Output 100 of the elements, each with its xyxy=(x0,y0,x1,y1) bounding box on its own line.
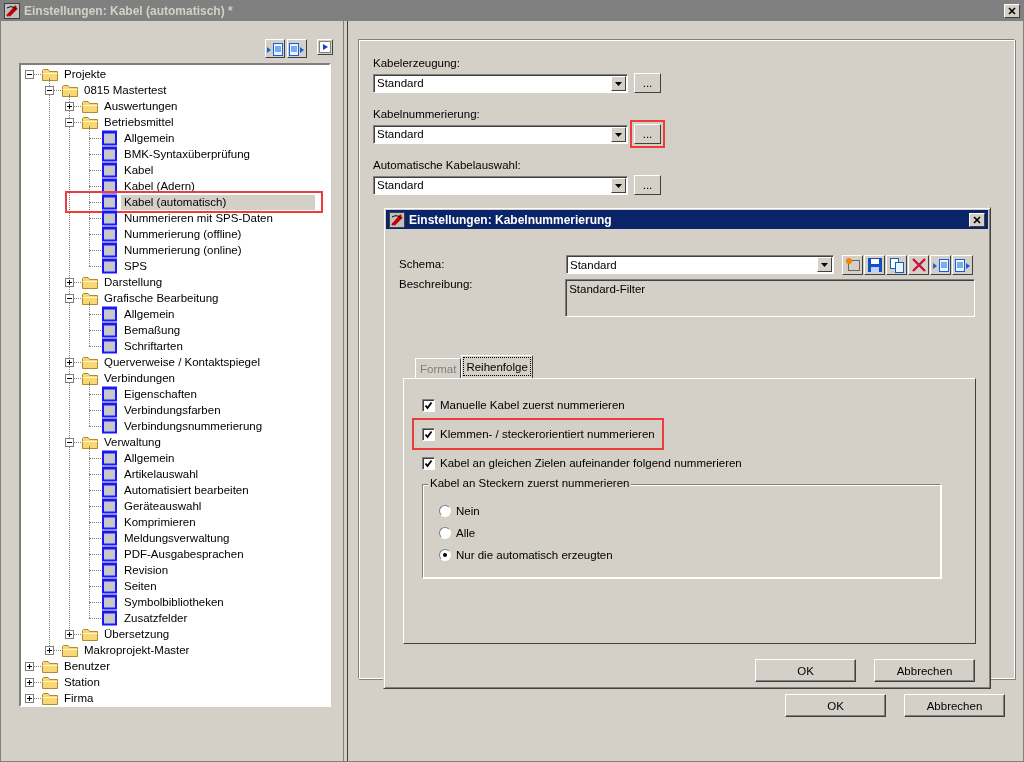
tree-item[interactable]: Darstellung xyxy=(101,274,166,290)
collapse-toggle[interactable] xyxy=(65,373,74,383)
field-label: Kabelnummerierung: xyxy=(373,107,481,121)
tree-item[interactable]: BMK-Syntaxüberprüfung xyxy=(121,146,253,162)
tree-item[interactable]: Verbindungen xyxy=(101,370,178,386)
tree-item[interactable]: Verbindungsnummerierung xyxy=(121,418,266,434)
tree-item[interactable]: Symbolbibliotheken xyxy=(121,594,227,610)
tree-item[interactable]: Firma xyxy=(61,690,97,705)
page-icon xyxy=(101,130,119,146)
tree-item[interactable]: PDF-Ausgabesprachen xyxy=(121,546,247,562)
tree-item[interactable]: Verwaltung xyxy=(101,434,164,450)
expand-toggle[interactable] xyxy=(25,661,34,671)
new-button[interactable] xyxy=(842,255,863,275)
tree-item[interactable]: Kabel (Adern) xyxy=(121,178,198,194)
radio-button[interactable] xyxy=(439,527,451,539)
tree-item[interactable]: Grafische Bearbeitung xyxy=(101,290,222,306)
folder-icon xyxy=(81,290,99,306)
expand-toggle[interactable] xyxy=(45,645,54,655)
checkbox[interactable] xyxy=(422,427,435,441)
expand-button[interactable] xyxy=(265,39,285,58)
description-field[interactable]: Standard-Filter xyxy=(565,279,975,317)
page-icon xyxy=(101,578,119,594)
ellipsis-button[interactable]: ... xyxy=(634,124,661,144)
tab[interactable]: Reihenfolge xyxy=(461,355,533,378)
tree-item[interactable]: Makroprojekt-Master xyxy=(81,642,193,658)
tree-item[interactable]: Geräteauswahl xyxy=(121,498,205,514)
tree-item[interactable]: Benutzer xyxy=(61,658,114,674)
tree-item[interactable]: Meldungsverwaltung xyxy=(121,530,233,546)
tree-item[interactable]: Bemaßung xyxy=(121,322,184,338)
collapse-toggle[interactable] xyxy=(65,293,74,303)
tree-item[interactable]: Nummerierung (online) xyxy=(121,242,245,258)
tree-item[interactable]: Verbindungsfarben xyxy=(121,402,224,418)
tree-item[interactable]: Eigenschaften xyxy=(121,386,200,402)
tree-item[interactable]: SPS xyxy=(121,258,150,274)
close-button[interactable] xyxy=(1004,4,1020,18)
tree-item[interactable]: Komprimieren xyxy=(121,514,199,530)
save-button[interactable] xyxy=(864,255,885,275)
collapse-button[interactable] xyxy=(287,39,307,58)
folder-icon xyxy=(41,66,59,82)
radio-button[interactable] xyxy=(439,549,451,561)
radio-button[interactable] xyxy=(439,505,451,517)
page-icon xyxy=(101,146,119,162)
import-button[interactable] xyxy=(930,255,951,275)
tree-item[interactable]: Revision xyxy=(121,562,172,578)
tree-item[interactable]: Seiten xyxy=(121,578,160,594)
dropdown[interactable]: Standard xyxy=(373,124,628,144)
tree-item[interactable]: Allgemein xyxy=(121,450,178,466)
caret-icon xyxy=(614,181,623,189)
tree-item[interactable]: Kabel (automatisch) xyxy=(121,194,315,210)
app-icon xyxy=(4,3,20,19)
tree-item[interactable]: Allgemein xyxy=(121,130,178,146)
floppy-icon xyxy=(866,257,883,273)
tree-item[interactable]: Kabel xyxy=(121,162,157,178)
tree-item[interactable]: Projekte xyxy=(61,66,110,82)
export-button[interactable] xyxy=(952,255,973,275)
dropdown[interactable]: Standard xyxy=(566,255,834,274)
tree-item[interactable]: Nummerierung (offline) xyxy=(121,226,245,242)
play-icon xyxy=(319,41,331,53)
tree-item[interactable]: Zusatzfelder xyxy=(121,610,191,626)
tree-item[interactable]: Betriebsmittel xyxy=(101,114,177,130)
delete-button[interactable] xyxy=(908,255,929,275)
tree-item[interactable]: 0815 Mastertest xyxy=(81,82,170,98)
tree-item[interactable]: Schriftarten xyxy=(121,338,186,354)
expand-toggle[interactable] xyxy=(65,277,74,287)
collapse-toggle[interactable] xyxy=(25,69,34,79)
ellipsis-button[interactable]: ... xyxy=(634,73,661,93)
folder-icon xyxy=(81,114,99,130)
copy-button[interactable] xyxy=(886,255,907,275)
tree-item[interactable]: Automatisiert bearbeiten xyxy=(121,482,252,498)
collapse-toggle[interactable] xyxy=(45,85,54,95)
ellipsis-button[interactable]: ... xyxy=(634,175,661,195)
collapse-toggle[interactable] xyxy=(65,437,74,447)
play-button[interactable] xyxy=(317,39,333,55)
page-icon xyxy=(101,402,119,418)
dropdown[interactable]: Standard xyxy=(373,73,628,93)
page-icon xyxy=(101,322,119,338)
expand-toggle[interactable] xyxy=(65,357,74,367)
tree-item[interactable]: Nummerieren mit SPS-Daten xyxy=(121,210,276,226)
tree-item[interactable]: Station xyxy=(61,674,103,690)
checkbox[interactable] xyxy=(422,456,435,470)
checkbox[interactable] xyxy=(422,398,435,412)
tree-item[interactable]: Allgemein xyxy=(121,306,178,322)
expand-toggle[interactable] xyxy=(25,693,34,703)
expand-toggle[interactable] xyxy=(65,101,74,111)
ok-button[interactable]: OK xyxy=(755,659,856,682)
tree-item[interactable]: Querverweise / Kontaktspiegel xyxy=(101,354,263,370)
tree-item[interactable]: Artikelauswahl xyxy=(121,466,202,482)
expand-toggle[interactable] xyxy=(65,629,74,639)
expand-toggle[interactable] xyxy=(25,677,34,687)
copy-icon xyxy=(888,257,905,273)
ok-button[interactable]: OK xyxy=(785,694,886,717)
collapse-toggle[interactable] xyxy=(65,117,74,127)
caret-icon xyxy=(820,261,829,268)
dropdown[interactable]: Standard xyxy=(373,175,628,195)
window-title: Einstellungen: Kabel (automatisch) * xyxy=(24,4,234,18)
cancel-button[interactable]: Abbrechen xyxy=(904,694,1005,717)
close-button[interactable] xyxy=(969,212,985,227)
tree-item[interactable]: Übersetzung xyxy=(101,626,173,642)
cancel-button[interactable]: Abbrechen xyxy=(874,659,975,682)
tree-item[interactable]: Auswertungen xyxy=(101,98,181,114)
